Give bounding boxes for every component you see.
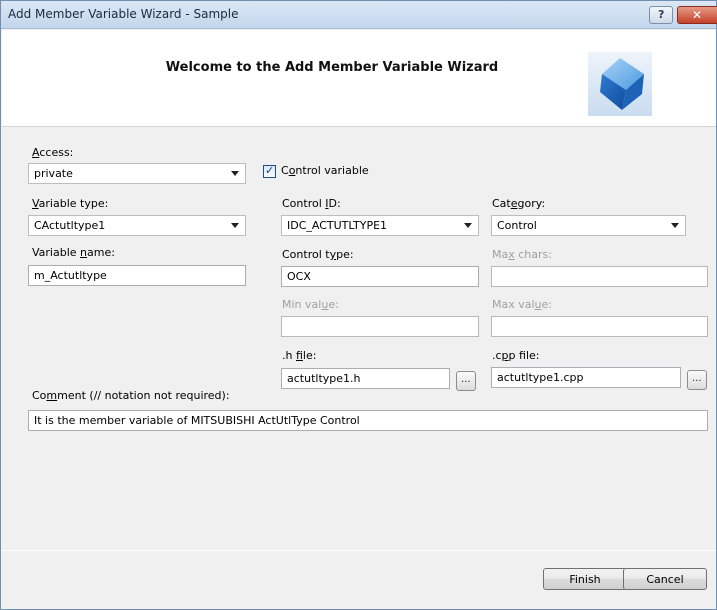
help-icon: ? [658, 8, 665, 21]
variable-type-value: CActutltype1 [34, 219, 106, 232]
category-combo[interactable]: Control [491, 215, 686, 236]
variable-name-input[interactable]: m_Actutltype [28, 265, 246, 286]
checkmark-icon: ✓ [265, 164, 275, 177]
max-value-label: Max value: [492, 298, 553, 311]
h-file-input[interactable]: actutltype1.h [281, 368, 450, 389]
variable-name-label: Variable name: [32, 246, 115, 259]
control-id-label: Control ID: [282, 197, 341, 210]
category-value: Control [497, 219, 537, 232]
close-icon: ✕ [692, 8, 703, 22]
control-variable-label[interactable]: Control variable [281, 164, 369, 177]
max-value-input[interactable] [491, 316, 708, 337]
control-id-combo[interactable]: IDC_ACTUTLTYPE1 [281, 215, 479, 236]
control-type-label: Control type: [282, 248, 354, 261]
window-title: Add Member Variable Wizard - Sample [8, 7, 239, 21]
comment-value: It is the member variable of MITSUBISHI … [34, 414, 360, 427]
variable-name-value: m_Actutltype [34, 269, 107, 282]
min-value-label: Min value: [282, 298, 339, 311]
wizard-heading: Welcome to the Add Member Variable Wizar… [165, 60, 499, 75]
control-type-input[interactable]: OCX [281, 266, 479, 287]
chevron-down-icon [231, 223, 239, 228]
title-bar[interactable]: Add Member Variable Wizard - Sample ? ✕ [1, 1, 717, 29]
close-button[interactable]: ✕ [677, 6, 717, 24]
variable-type-combo[interactable]: CActutltype1 [28, 215, 246, 236]
finish-button[interactable]: Finish [543, 568, 627, 590]
chevron-down-icon [671, 223, 679, 228]
cpp-file-value: actutltype1.cpp [497, 371, 584, 384]
category-label: Category: [492, 197, 546, 210]
comment-input[interactable]: It is the member variable of MITSUBISHI … [28, 410, 708, 431]
comment-label: Comment (// notation not required): [32, 389, 230, 402]
browse-ellipsis-icon: ... [692, 373, 702, 384]
wizard-cube-icon [588, 52, 652, 116]
browse-ellipsis-icon: ... [461, 374, 471, 385]
max-chars-label: Max chars: [492, 248, 552, 261]
variable-type-label: Variable type: [32, 197, 109, 210]
wizard-dialog: Add Member Variable Wizard - Sample ? ✕ … [0, 0, 717, 610]
wizard-banner: Welcome to the Add Member Variable Wizar… [2, 30, 716, 127]
access-combo[interactable]: private [28, 163, 246, 184]
cpp-file-browse-button[interactable]: ... [687, 370, 707, 390]
h-file-value: actutltype1.h [287, 372, 361, 385]
cancel-button-label: Cancel [646, 573, 684, 586]
footer-separator [2, 550, 716, 551]
finish-button-label: Finish [569, 573, 601, 586]
access-label: Access: [32, 146, 74, 159]
help-button[interactable]: ? [649, 6, 673, 24]
cpp-file-label: .cpp file: [492, 349, 540, 362]
chevron-down-icon [464, 223, 472, 228]
min-value-input[interactable] [281, 316, 479, 337]
h-file-browse-button[interactable]: ... [456, 371, 476, 391]
max-chars-input[interactable] [491, 266, 708, 287]
access-value: private [34, 167, 73, 180]
control-id-value: IDC_ACTUTLTYPE1 [287, 219, 388, 232]
cancel-button[interactable]: Cancel [623, 568, 707, 590]
control-variable-checkbox[interactable]: ✓ [263, 164, 276, 178]
chevron-down-icon [231, 171, 239, 176]
control-type-value: OCX [287, 270, 311, 283]
h-file-label: .h file: [282, 349, 317, 362]
cpp-file-input[interactable]: actutltype1.cpp [491, 367, 681, 388]
